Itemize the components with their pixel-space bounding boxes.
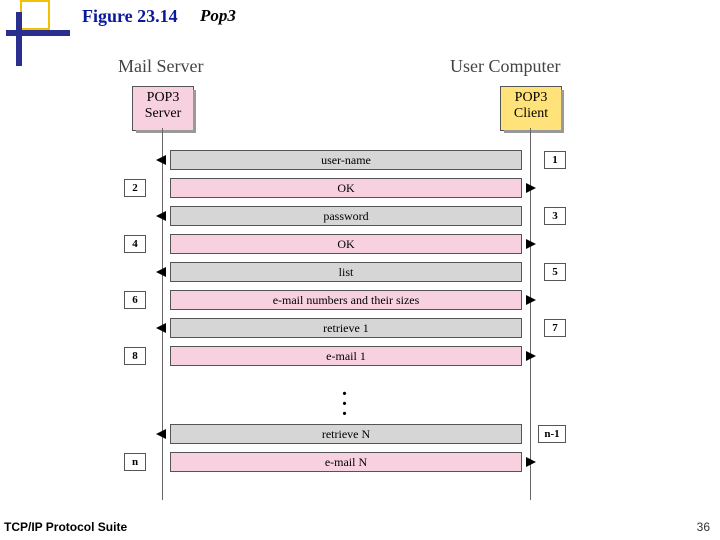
arrow-right-icon bbox=[526, 183, 536, 193]
step-badge: n-1 bbox=[538, 425, 566, 443]
message-row: user-name1 bbox=[170, 150, 522, 170]
message-row: e-mail numbers and their sizes6 bbox=[170, 290, 522, 310]
message-row: OK4 bbox=[170, 234, 522, 254]
pop3-server-line2: Server bbox=[145, 106, 182, 121]
arrow-right-icon bbox=[526, 351, 536, 361]
figure-caption: Pop3 bbox=[200, 6, 236, 26]
ornament-square bbox=[20, 0, 50, 30]
footer-right: 36 bbox=[697, 520, 710, 534]
message-bar: retrieve N bbox=[170, 424, 522, 444]
ornament-vbar bbox=[16, 12, 22, 66]
arrow-left-icon bbox=[156, 429, 166, 439]
step-badge: 3 bbox=[544, 207, 566, 225]
message-bar: e-mail N bbox=[170, 452, 522, 472]
arrow-left-icon bbox=[156, 267, 166, 277]
ellipsis-dot: . bbox=[342, 405, 347, 413]
arrow-right-icon bbox=[526, 239, 536, 249]
message-row: retrieve 17 bbox=[170, 318, 522, 338]
message-bar: list bbox=[170, 262, 522, 282]
corner-ornament bbox=[6, 0, 66, 52]
server-lifeline bbox=[162, 128, 163, 500]
pop3-client-box: POP3 Client bbox=[500, 86, 562, 131]
step-badge: 2 bbox=[124, 179, 146, 197]
message-bar: retrieve 1 bbox=[170, 318, 522, 338]
pop3-client-line2: Client bbox=[514, 106, 548, 121]
slide: Figure 23.14 Pop3 Mail Server User Compu… bbox=[0, 0, 720, 540]
step-badge: 7 bbox=[544, 319, 566, 337]
heading-mail-server: Mail Server bbox=[118, 56, 203, 77]
step-badge: 6 bbox=[124, 291, 146, 309]
heading-user-computer: User Computer bbox=[450, 56, 560, 77]
step-badge: 1 bbox=[544, 151, 566, 169]
message-bar: e-mail 1 bbox=[170, 346, 522, 366]
message-bar: password bbox=[170, 206, 522, 226]
message-row: password3 bbox=[170, 206, 522, 226]
arrow-left-icon bbox=[156, 323, 166, 333]
pop3-server-line1: POP3 bbox=[147, 90, 180, 105]
message-row: list5 bbox=[170, 262, 522, 282]
footer-left: TCP/IP Protocol Suite bbox=[4, 520, 127, 534]
arrow-right-icon bbox=[526, 295, 536, 305]
step-badge: 5 bbox=[544, 263, 566, 281]
message-bar: OK bbox=[170, 234, 522, 254]
step-badge: n bbox=[124, 453, 146, 471]
message-bar: OK bbox=[170, 178, 522, 198]
message-bar: user-name bbox=[170, 150, 522, 170]
message-row: retrieve Nn-1 bbox=[170, 424, 522, 444]
arrow-left-icon bbox=[156, 211, 166, 221]
arrow-right-icon bbox=[526, 457, 536, 467]
message-bar: e-mail numbers and their sizes bbox=[170, 290, 522, 310]
figure-number: Figure 23.14 bbox=[82, 6, 178, 27]
step-badge: 8 bbox=[124, 347, 146, 365]
message-row: e-mail Nn bbox=[170, 452, 522, 472]
pop3-client-line1: POP3 bbox=[515, 90, 548, 105]
pop3-server-box: POP3 Server bbox=[132, 86, 194, 131]
step-badge: 4 bbox=[124, 235, 146, 253]
arrow-left-icon bbox=[156, 155, 166, 165]
message-row: e-mail 18 bbox=[170, 346, 522, 366]
message-row: OK2 bbox=[170, 178, 522, 198]
